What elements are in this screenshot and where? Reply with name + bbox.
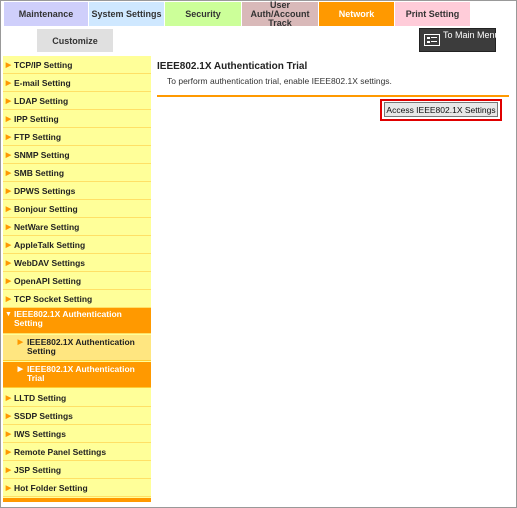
arrow-right-icon: ▶ <box>5 448 12 456</box>
arrow-down-icon: ▼ <box>5 311 12 318</box>
sidebar-item-bonjour[interactable]: ▶ Bonjour Setting <box>3 200 151 218</box>
arrow-right-icon: ▶ <box>5 241 12 249</box>
sidebar-item-label: IWS Settings <box>14 428 66 439</box>
tab-network[interactable]: Network <box>319 2 395 26</box>
sidebar-subitem-label-line2: Trial <box>27 373 45 383</box>
tab-network-label: Network <box>338 8 375 19</box>
sidebar-item-tcpip[interactable]: ▶ TCP/IP Setting <box>3 56 151 74</box>
sidebar-item-label: LDAP Setting <box>14 95 69 106</box>
arrow-right-icon: ▶ <box>5 277 12 285</box>
to-main-menu-button[interactable]: To Main Menu <box>419 28 500 52</box>
access-ieee8021x-settings-button[interactable]: Access IEEE802.1X Settings <box>384 102 498 117</box>
top-tab-bar: Maintenance System Settings Security Use… <box>0 0 515 27</box>
arrow-right-icon: ▶ <box>5 430 12 438</box>
to-main-menu-label: To Main Menu <box>443 30 500 40</box>
sidebar-item-label: OpenAPI Setting <box>14 275 82 286</box>
sidebar-item-netware[interactable]: ▶ NetWare Setting <box>3 218 151 236</box>
arrow-right-icon: ▶ <box>5 97 12 105</box>
sidebar-item-ftp[interactable]: ▶ FTP Setting <box>3 128 151 146</box>
tab-maintenance[interactable]: Maintenance <box>4 2 89 26</box>
sidebar-group-label-line2: Setting <box>14 318 43 328</box>
arrow-right-icon: ▶ <box>5 412 12 420</box>
sidebar-item-label: WebDAV Settings <box>14 257 85 268</box>
sidebar-group-label: IEEE802.1X Authentication Setting <box>14 310 122 328</box>
sidebar-subitem-ieee8021x-setting[interactable]: ▶ IEEE802.1X Authentication Setting <box>3 335 151 361</box>
tab-user-auth-line2: Track <box>268 17 292 28</box>
sidebar-item-label: TCP/IP Setting <box>14 59 73 70</box>
sidebar-bottom-divider <box>3 498 151 502</box>
sidebar-item-remote-panel[interactable]: ▶ Remote Panel Settings <box>3 443 151 461</box>
sidebar-item-label: SMB Setting <box>14 167 65 178</box>
arrow-right-icon: ▶ <box>5 133 12 141</box>
sidebar-item-ldap[interactable]: ▶ LDAP Setting <box>3 92 151 110</box>
page-description: To perform authentication trial, enable … <box>167 76 392 86</box>
sidebar-item-label: SSDP Settings <box>14 410 73 421</box>
sidebar-item-hot-folder[interactable]: ▶ Hot Folder Setting <box>3 479 151 497</box>
sidebar-item-lltd[interactable]: ▶ LLTD Setting <box>3 389 151 407</box>
tab-user-auth-line1: User Auth/Account <box>250 0 310 19</box>
arrow-right-icon: ▶ <box>5 115 12 123</box>
tab-user-auth-label: User Auth/Account Track <box>242 0 318 28</box>
arrow-right-icon: ▶ <box>5 205 12 213</box>
arrow-right-icon: ▶ <box>5 394 12 402</box>
sidebar-item-label: DPWS Settings <box>14 185 76 196</box>
title-divider <box>157 95 509 97</box>
sidebar-subitem-label-line2: Setting <box>27 346 56 356</box>
sidebar-item-label: Remote Panel Settings <box>14 446 107 457</box>
sidebar-item-label: FTP Setting <box>14 131 62 142</box>
sidebar-item-snmp[interactable]: ▶ SNMP Setting <box>3 146 151 164</box>
sidebar-item-smb[interactable]: ▶ SMB Setting <box>3 164 151 182</box>
tab-user-auth[interactable]: User Auth/Account Track <box>242 0 319 28</box>
sidebar-item-ssdp[interactable]: ▶ SSDP Settings <box>3 407 151 425</box>
sidebar-item-label: IPP Setting <box>14 113 59 124</box>
arrow-right-icon: ▶ <box>5 61 12 69</box>
arrow-right-icon: ▶ <box>5 169 12 177</box>
sidebar-item-label: NetWare Setting <box>14 221 80 232</box>
sidebar-nav: ▶ TCP/IP Setting ▶ E-mail Setting ▶ LDAP Se… <box>3 56 151 502</box>
sidebar-item-label: SNMP Setting <box>14 149 70 160</box>
sidebar-item-iws[interactable]: ▶ IWS Settings <box>3 425 151 443</box>
sidebar-item-tcp-socket[interactable]: ▶ TCP Socket Setting <box>3 290 151 308</box>
sidebar-item-ipp[interactable]: ▶ IPP Setting <box>3 110 151 128</box>
sidebar-subitem-ieee8021x-trial[interactable]: ▶ IEEE802.1X Authentication Trial <box>3 362 151 388</box>
sidebar-item-email[interactable]: ▶ E-mail Setting <box>3 74 151 92</box>
sidebar-item-label: LLTD Setting <box>14 392 67 403</box>
sidebar-item-openapi[interactable]: ▶ OpenAPI Setting <box>3 272 151 290</box>
tab-print-setting[interactable]: Print Setting <box>395 2 471 26</box>
arrow-right-icon: ▶ <box>17 366 23 373</box>
tab-security[interactable]: Security <box>165 2 242 26</box>
sidebar-item-label: Hot Folder Setting <box>14 482 88 493</box>
arrow-right-icon: ▶ <box>5 259 12 267</box>
tab-print-setting-label: Print Setting <box>405 8 460 19</box>
customize-label: Customize <box>52 35 98 46</box>
page-title: IEEE802.1X Authentication Trial <box>157 61 308 72</box>
sidebar-item-appletalk[interactable]: ▶ AppleTalk Setting <box>3 236 151 254</box>
sidebar-item-label: JSP Setting <box>14 464 62 475</box>
arrow-right-icon: ▶ <box>5 295 12 303</box>
sidebar-item-label: Bonjour Setting <box>14 203 78 214</box>
arrow-right-icon: ▶ <box>5 484 12 492</box>
tab-security-label: Security <box>185 8 221 19</box>
tab-maintenance-label: Maintenance <box>18 8 74 19</box>
tab-system-settings-label: System Settings <box>91 8 162 19</box>
arrow-right-icon: ▶ <box>5 79 12 87</box>
arrow-right-icon: ▶ <box>5 223 12 231</box>
arrow-right-icon: ▶ <box>5 187 12 195</box>
arrow-right-icon: ▶ <box>17 339 23 346</box>
menu-list-icon <box>424 34 440 46</box>
sidebar-group-ieee8021x[interactable]: ▼ IEEE802.1X Authentication Setting <box>3 308 151 334</box>
sidebar-item-label: E-mail Setting <box>14 77 71 88</box>
tab-system-settings[interactable]: System Settings <box>89 2 165 26</box>
arrow-right-icon: ▶ <box>5 466 12 474</box>
sidebar-item-label: TCP Socket Setting <box>14 293 93 304</box>
sidebar-item-label: AppleTalk Setting <box>14 239 86 250</box>
customize-button[interactable]: Customize <box>37 29 113 52</box>
sidebar-item-jsp[interactable]: ▶ JSP Setting <box>3 461 151 479</box>
sidebar-subitem-label: IEEE802.1X Authentication Trial <box>27 365 135 383</box>
sidebar-item-webdav[interactable]: ▶ WebDAV Settings <box>3 254 151 272</box>
sidebar-subitem-label: IEEE802.1X Authentication Setting <box>27 338 135 356</box>
sidebar-item-dpws[interactable]: ▶ DPWS Settings <box>3 182 151 200</box>
arrow-right-icon: ▶ <box>5 151 12 159</box>
